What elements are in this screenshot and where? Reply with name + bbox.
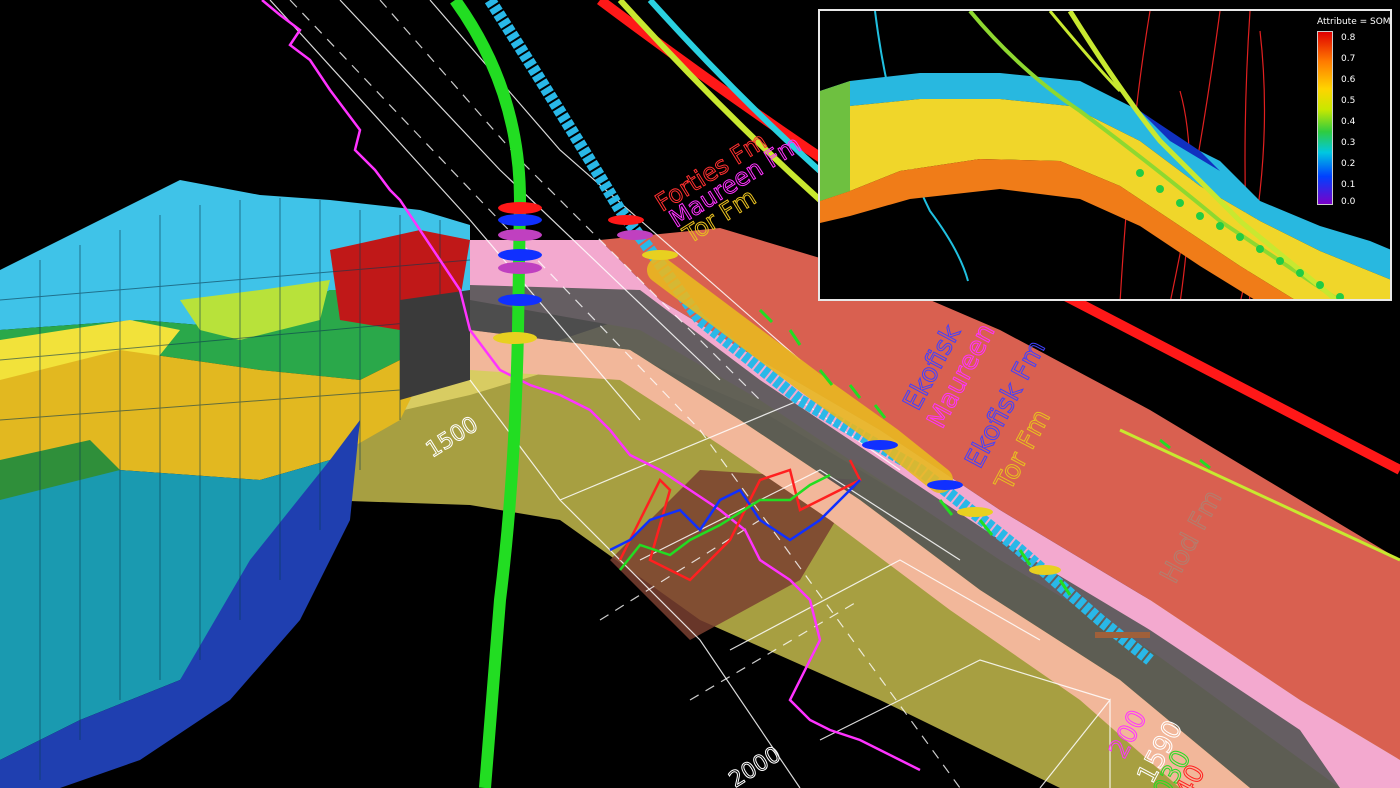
inset-view[interactable]: Attribute = SOM 0.8 0.7 0.6 0.5 0.4 0.3 … — [818, 9, 1392, 301]
legend-title: Attribute = SOM — [1317, 17, 1391, 27]
well-tip-marker — [1095, 632, 1150, 638]
tick-label: 0.1 — [1341, 180, 1356, 190]
tick-label: 0.7 — [1341, 54, 1356, 64]
tick-label: 0.2 — [1341, 159, 1356, 169]
tick-label: 0.4 — [1341, 117, 1356, 127]
tick-label: 0.0 — [1341, 197, 1356, 207]
tick-label: 0.3 — [1341, 138, 1356, 148]
som-colorbar — [1317, 31, 1333, 205]
tick-label: 0.8 — [1341, 33, 1356, 43]
tick-label: 0.5 — [1341, 96, 1356, 106]
tick-label: 0.6 — [1341, 75, 1356, 85]
